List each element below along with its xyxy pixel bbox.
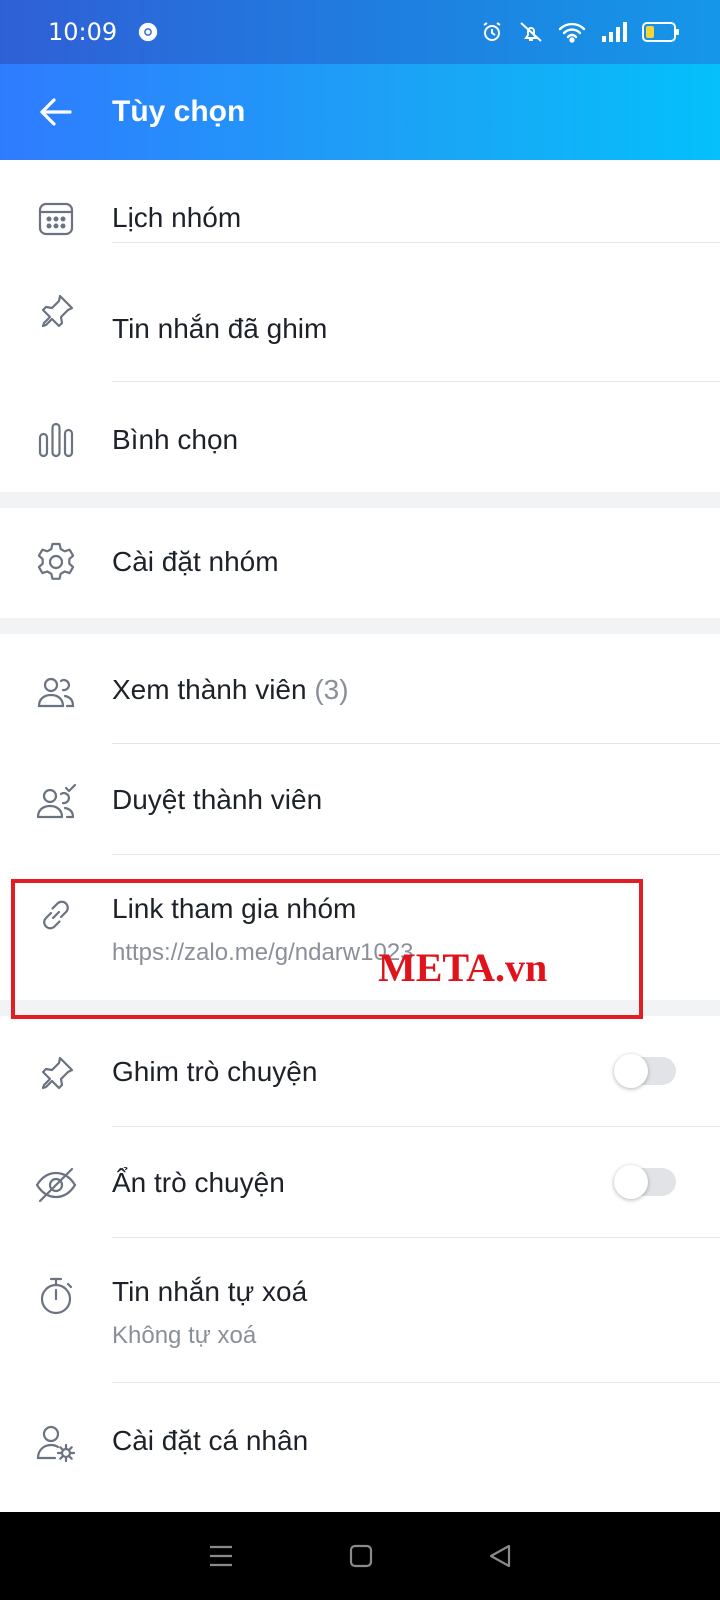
calendar-icon — [32, 194, 80, 242]
menu-item-label: Cài đặt nhóm — [112, 546, 279, 577]
section-gap — [0, 618, 720, 634]
toggle-knob — [614, 1054, 648, 1088]
options-list: Lịch nhóm Tin nhắn đã ghim Bình chọn Cài — [0, 160, 720, 1512]
menu-item-label: Lịch nhóm — [112, 202, 242, 233]
highlight-box — [11, 879, 643, 1019]
people-check-icon — [32, 778, 80, 826]
menu-item-auto-delete[interactable]: Tin nhắn tự xoá Không tự xoá — [0, 1238, 720, 1383]
user-gear-icon — [32, 1419, 80, 1467]
view-members-label: Xem thành viên — [112, 674, 307, 705]
auto-delete-value: Không tự xoá — [112, 1322, 257, 1349]
eye-off-icon — [32, 1161, 80, 1209]
menu-item-hide-chat[interactable]: Ẩn trò chuyện — [0, 1127, 720, 1237]
watermark: META.vn — [378, 945, 548, 990]
menu-item-label: Duyệt thành viên — [112, 784, 323, 815]
toggle-knob — [614, 1165, 648, 1199]
menu-item-personal-settings[interactable]: Cài đặt cá nhân — [0, 1383, 720, 1493]
menu-icon[interactable] — [207, 1543, 235, 1569]
menu-item-group-settings[interactable]: Cài đặt nhóm — [0, 508, 720, 618]
member-count: (3) — [314, 674, 349, 705]
menu-item-label: Ghim trò chuyện — [112, 1056, 318, 1087]
system-nav-bar — [0, 1512, 720, 1600]
signal-icon — [602, 22, 627, 42]
menu-item-label: Bình chọn — [112, 424, 239, 455]
pin-chat-toggle[interactable] — [614, 1054, 676, 1088]
menu-item-pinned-messages[interactable]: Tin nhắn đã ghim — [0, 243, 720, 381]
home-icon[interactable] — [348, 1543, 374, 1569]
wifi-icon — [558, 22, 586, 43]
back-triangle-icon[interactable] — [487, 1543, 513, 1569]
menu-item-label: Xem thành viên (3) — [112, 674, 349, 706]
arrow-left-icon — [40, 98, 72, 126]
pin-icon — [32, 1050, 80, 1098]
hide-chat-toggle[interactable] — [614, 1165, 676, 1199]
menu-item-label: Cài đặt cá nhân — [112, 1425, 309, 1456]
gear-icon — [32, 538, 80, 586]
pin-icon — [32, 288, 80, 336]
status-time: 10:09 — [48, 18, 118, 46]
battery-icon — [642, 22, 679, 42]
back-button[interactable] — [28, 84, 84, 140]
page-title: Tùy chọn — [112, 95, 246, 128]
status-bar: 10:09 — [0, 0, 720, 64]
menu-item-label: Ẩn trò chuyện — [112, 1167, 285, 1198]
menu-item-pin-chat[interactable]: Ghim trò chuyện — [0, 1016, 720, 1126]
menu-item-label: Tin nhắn đã ghim — [112, 313, 328, 344]
menu-item-view-members[interactable]: Xem thành viên (3) — [0, 634, 720, 743]
chrome-icon — [139, 22, 158, 42]
section-gap — [0, 492, 720, 508]
menu-item-label: Tin nhắn tự xoá — [112, 1276, 308, 1307]
alarm-icon — [483, 22, 501, 41]
people-icon — [32, 668, 80, 716]
bar-chart-icon — [32, 416, 80, 464]
app-bar: Tùy chọn — [0, 64, 720, 160]
timer-icon — [32, 1272, 80, 1320]
menu-item-approve-members[interactable]: Duyệt thành viên — [0, 744, 720, 854]
vibrate-off-icon — [520, 22, 542, 42]
menu-item-polls[interactable]: Bình chọn — [0, 382, 720, 492]
